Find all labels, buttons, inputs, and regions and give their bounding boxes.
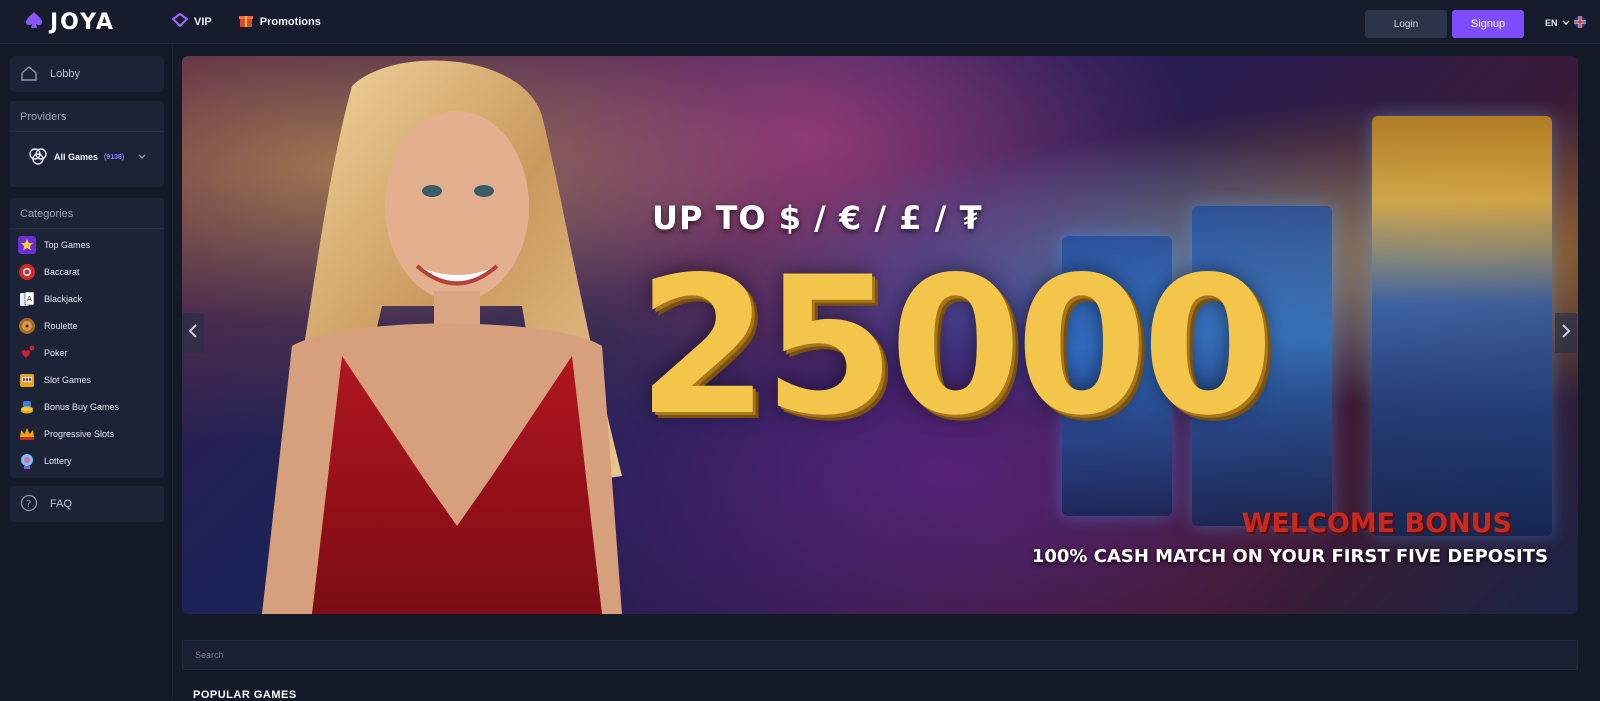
- category-label: Poker: [44, 347, 68, 358]
- promo-bonus-subtitle: 100% CASH MATCH ON YOUR FIRST FIVE DEPOS…: [1031, 546, 1548, 567]
- sidebar: Lobby Providers All Games (9138) Categor…: [0, 44, 173, 700]
- poker-icon: [18, 344, 36, 362]
- nav-vip[interactable]: VIP: [171, 12, 212, 30]
- model-image: [262, 60, 622, 614]
- sidebar-item-lobby[interactable]: Lobby: [10, 56, 164, 92]
- category-label: Top Games: [44, 239, 91, 250]
- main-nav: VIP Promotions: [171, 12, 321, 31]
- logo[interactable]: JOYA: [24, 10, 115, 35]
- providers-title: Providers: [20, 111, 67, 123]
- category-poker[interactable]: Poker: [18, 339, 119, 366]
- category-label: Baccarat: [44, 266, 80, 277]
- signup-button[interactable]: Signup: [1452, 10, 1524, 38]
- promo-amount: 25000: [637, 236, 1274, 457]
- sidebar-item-faq[interactable]: ? FAQ: [10, 486, 164, 522]
- all-games-dropdown[interactable]: All Games (9138): [28, 147, 146, 167]
- language-selector[interactable]: EN: [1545, 16, 1586, 30]
- spade-logo-icon: [24, 10, 44, 35]
- category-label: Bonus Buy Games: [44, 401, 120, 412]
- divider: [10, 131, 164, 132]
- gift-icon: [238, 12, 254, 31]
- category-label: Progressive Slots: [44, 428, 115, 439]
- svg-text:?: ?: [26, 499, 31, 510]
- category-label: Roulette: [44, 320, 78, 331]
- promo-banner[interactable]: UP TO $ / € / £ / ₮ 25000 WELCOME BONUS …: [182, 56, 1578, 614]
- diamond-icon: [171, 12, 189, 30]
- circles-icon: [28, 147, 48, 167]
- chip-icon: [18, 263, 36, 281]
- star-icon: [18, 235, 36, 254]
- categories-list: Top Games Baccarat A Blackjack Roulette …: [18, 231, 119, 474]
- popular-games-title: POPULAR GAMES: [193, 689, 297, 701]
- faq-label: FAQ: [50, 498, 73, 510]
- chevron-down-icon: [1562, 18, 1570, 28]
- coin-stack-icon: [18, 398, 36, 416]
- category-bonus-buy-games[interactable]: Bonus Buy Games: [18, 393, 119, 420]
- all-games-count: (9138): [104, 153, 125, 161]
- banner-next-button[interactable]: [1555, 313, 1577, 353]
- banner-prev-button[interactable]: [182, 313, 204, 353]
- nav-promotions[interactable]: Promotions: [238, 12, 321, 31]
- categories-panel: Categories Top Games Baccarat A Blackjac…: [10, 198, 164, 478]
- category-lottery[interactable]: Lottery: [18, 447, 119, 474]
- search-input[interactable]: [182, 640, 1578, 670]
- category-slot-games[interactable]: Slot Games: [18, 366, 119, 393]
- home-icon: [20, 65, 38, 84]
- roulette-icon: [18, 317, 36, 335]
- category-progressive-slots[interactable]: Progressive Slots: [18, 420, 119, 447]
- slot-machine-icon: [18, 371, 36, 389]
- logo-text: JOYA: [50, 10, 115, 35]
- promo-currencies: UP TO $ / € / £ / ₮: [652, 199, 983, 237]
- category-baccarat[interactable]: Baccarat: [18, 258, 119, 285]
- nav-promotions-label: Promotions: [259, 15, 321, 28]
- category-label: Slot Games: [44, 374, 92, 385]
- crown-icon: [18, 425, 36, 443]
- lobby-label: Lobby: [50, 68, 80, 80]
- divider: [10, 228, 164, 229]
- all-games-label: All Games: [54, 152, 99, 162]
- language-code: EN: [1545, 18, 1558, 28]
- lottery-ball-icon: [18, 452, 36, 470]
- chevron-left-icon: [188, 323, 198, 344]
- category-label: Lottery: [44, 455, 72, 466]
- uk-flag-icon: [1573, 16, 1586, 30]
- providers-panel: Providers All Games (9138): [10, 101, 164, 187]
- promo-bonus-title: WELCOME BONUS: [1241, 508, 1512, 539]
- nav-vip-label: VIP: [194, 15, 212, 28]
- slot-machine-graphic: [1372, 116, 1552, 536]
- categories-title: Categories: [20, 208, 74, 220]
- question-circle-icon: ?: [20, 494, 38, 515]
- svg-text:A: A: [27, 295, 32, 303]
- category-label: Blackjack: [44, 293, 83, 304]
- category-blackjack[interactable]: A Blackjack: [18, 285, 119, 312]
- login-button[interactable]: Login: [1365, 10, 1447, 38]
- chevron-right-icon: [1561, 323, 1571, 344]
- category-roulette[interactable]: Roulette: [18, 312, 119, 339]
- chevron-down-icon: [138, 152, 146, 162]
- category-top-games[interactable]: Top Games: [18, 231, 119, 258]
- cards-icon: A: [18, 290, 36, 308]
- top-bar: JOYA VIP Promotions Login Signup EN: [0, 0, 1600, 44]
